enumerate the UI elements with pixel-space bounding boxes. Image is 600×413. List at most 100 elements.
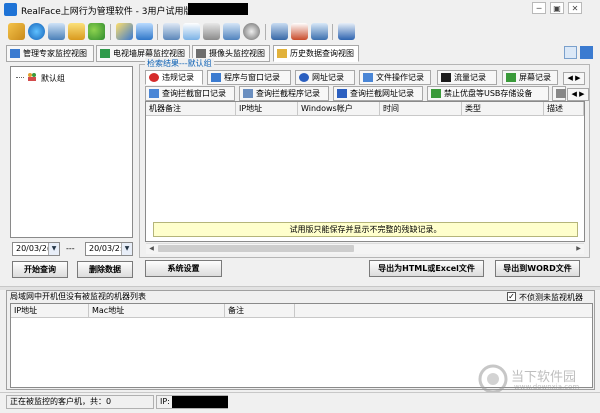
tab-scroll-buttons-row2[interactable]: ◀ ▶: [567, 88, 589, 101]
tab-label: 文件操作记录: [376, 73, 424, 82]
close-button[interactable]: ✕: [568, 2, 582, 14]
export-icon[interactable]: [338, 23, 355, 40]
date-from-picker[interactable]: 20/03/2( ▼: [12, 242, 60, 256]
chat-icon[interactable]: [183, 23, 200, 40]
redacted-ip: [188, 3, 248, 15]
tab-history-view[interactable]: 历史数据查询视图: [273, 45, 359, 62]
tab-label: 程序与窗口记录: [224, 73, 280, 82]
tab-scroll-left[interactable]: ◀: [567, 74, 572, 82]
tab-overflow[interactable]: [552, 86, 566, 101]
tab-traffic[interactable]: 流量记录: [437, 70, 497, 85]
column-header[interactable]: IP地址: [236, 102, 298, 116]
tab-program-window[interactable]: 程序与窗口记录: [207, 70, 291, 85]
scroll-left-arrow-icon[interactable]: ◀: [146, 243, 157, 254]
tab-intercept-window[interactable]: 查询拦截窗口记录: [145, 86, 235, 101]
file-icon: [363, 73, 373, 82]
redacted-ip: [172, 396, 228, 408]
date-from-value: 20/03/2(: [16, 244, 50, 253]
column-header[interactable]: 类型: [462, 102, 544, 116]
globe-icon: [299, 73, 309, 82]
chevron-down-icon[interactable]: ▼: [48, 243, 59, 255]
camera-icon: [196, 49, 206, 58]
export-word-button[interactable]: 导出到WORD文件: [495, 260, 580, 277]
tab-scroll-left[interactable]: ◀: [571, 90, 576, 98]
scroll-right-arrow-icon[interactable]: ▶: [573, 243, 584, 254]
tab-block-usb[interactable]: 禁止优盘等USB存储设备: [427, 86, 549, 101]
tab-url-records[interactable]: 网址记录: [295, 70, 355, 85]
column-header[interactable]: Windows帐户: [298, 102, 380, 116]
screen-icon: [506, 73, 516, 82]
camera-icon[interactable]: [243, 23, 260, 40]
users-icon[interactable]: [88, 23, 105, 40]
tab-expert-view[interactable]: 管理专家监控视图: [6, 45, 94, 62]
tab-label: 历史数据查询视图: [290, 49, 354, 58]
tab-label: 查询拦截窗口记录: [162, 89, 226, 98]
globe-icon: [337, 89, 347, 98]
search-icon[interactable]: [203, 23, 220, 40]
no-detect-label[interactable]: 不侦测未监视机器: [519, 292, 583, 303]
window-icon[interactable]: [223, 23, 240, 40]
search-icon[interactable]: [564, 46, 577, 59]
history-icon: [277, 49, 287, 58]
column-header[interactable]: 时间: [380, 102, 462, 116]
tab-label: 查询拦截程序记录: [256, 89, 320, 98]
column-header[interactable]: Mac地址: [89, 304, 225, 318]
watermark-logo-icon: [478, 364, 508, 394]
group-icon: [27, 72, 37, 82]
screen-icon[interactable]: [163, 23, 180, 40]
tab-intercept-program[interactable]: 查询拦截程序记录: [239, 86, 329, 101]
chart-icon[interactable]: [311, 23, 328, 40]
globe-icon[interactable]: [28, 23, 45, 40]
layout-icon[interactable]: [580, 46, 593, 59]
traffic-icon: [441, 73, 451, 82]
scrollbar-thumb[interactable]: [158, 245, 354, 252]
save-icon[interactable]: [271, 23, 288, 40]
tab-label: 禁止优盘等USB存储设备: [444, 89, 533, 98]
program-icon: [243, 89, 253, 98]
status-client-count: 正在被监控的客户机，共：0: [6, 395, 154, 409]
tab-violations[interactable]: 违规记录: [145, 70, 203, 85]
monitor-icon[interactable]: [48, 23, 65, 40]
results-group-title: 检索结果---默认组: [145, 58, 214, 69]
maximize-button[interactable]: ▣: [550, 2, 564, 14]
no-detect-checkbox[interactable]: ✓: [507, 292, 516, 301]
toolbar-separator: [110, 24, 111, 40]
tab-scroll-right[interactable]: ▶: [575, 74, 580, 82]
delete-data-button[interactable]: 删除数据: [77, 261, 133, 278]
tab-file-operations[interactable]: 文件操作记录: [359, 70, 431, 85]
column-header[interactable]: 机器备注: [146, 102, 236, 116]
system-settings-button[interactable]: 系统设置: [145, 260, 222, 277]
tab-intercept-url[interactable]: 查询拦截网址记录: [333, 86, 423, 101]
mail-icon[interactable]: [68, 23, 85, 40]
edit-icon[interactable]: [116, 23, 133, 40]
tab-scroll-buttons[interactable]: ◀ ▶: [563, 72, 585, 85]
tab-label: 电视墙屏幕监控视图: [113, 49, 185, 58]
minimize-button[interactable]: ─: [532, 2, 546, 14]
start-query-button[interactable]: 开始查询: [12, 261, 68, 278]
folder-icon[interactable]: [8, 23, 25, 40]
export-html-excel-button[interactable]: 导出为HTML或Excel文件: [369, 260, 484, 277]
column-header[interactable]: IP地址: [11, 304, 89, 318]
monitor-icon: [10, 49, 20, 58]
toolbar-separator: [332, 24, 333, 40]
toolbar-separator: [265, 24, 266, 40]
tree-item-default-group[interactable]: 默认组: [41, 73, 65, 84]
tab-overflow-icon: [556, 89, 566, 98]
app-icon: [4, 3, 17, 16]
window-icon: [149, 89, 159, 98]
filter-icon[interactable]: [136, 23, 153, 40]
column-header[interactable]: 备注: [225, 304, 295, 318]
toolbar-separator: [157, 24, 158, 40]
group-tree[interactable]: [10, 66, 133, 238]
document-icon[interactable]: [291, 23, 308, 40]
date-to-picker[interactable]: 20/03/2: ▼: [85, 242, 133, 256]
tab-scroll-right[interactable]: ▶: [579, 90, 584, 98]
tab-label: 摄像头监控视图: [209, 49, 265, 58]
chevron-down-icon[interactable]: ▼: [121, 243, 132, 255]
unmonitored-machines-title: 局域网中开机但没有被监视的机器列表: [10, 292, 146, 301]
tab-label: 查询拦截网址记录: [350, 89, 414, 98]
results-grid-header: 机器备注 IP地址 Windows帐户 时间 类型 描述: [146, 102, 584, 116]
results-grid[interactable]: [145, 101, 585, 242]
column-header[interactable]: 描述: [544, 102, 584, 116]
tab-screen[interactable]: 屏幕记录: [502, 70, 558, 85]
